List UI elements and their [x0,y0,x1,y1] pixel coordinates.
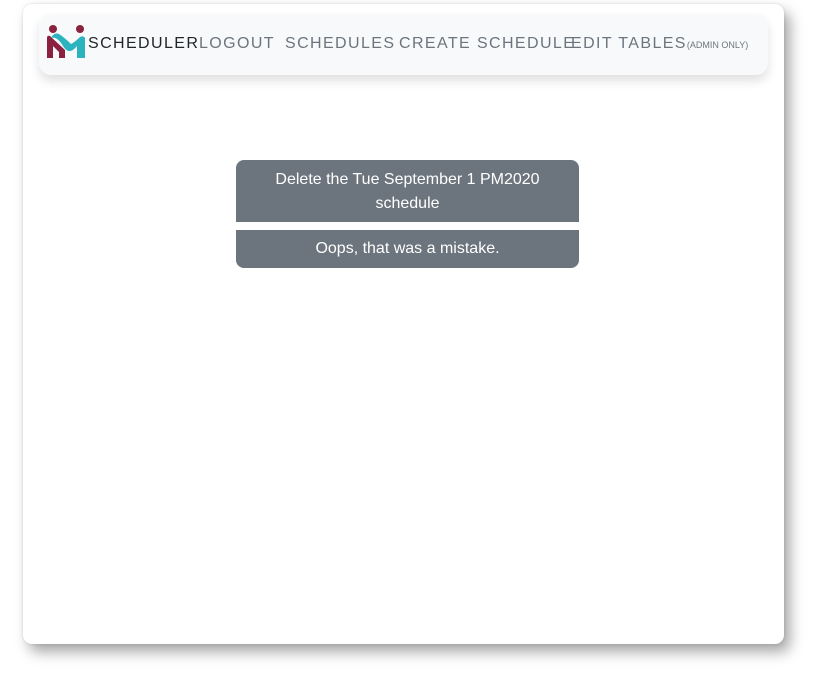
admin-only-note: (ADMIN ONLY) [686,40,749,50]
navbar: SCHEDULER LOGOUT SCHEDULES CREATE SCHEDU… [39,14,768,75]
nav-schedules[interactable]: SCHEDULES [285,35,395,53]
cancel-button[interactable]: Oops, that was a mistake. [236,230,579,268]
nav-edit-tables-label: EDIT TABLES [571,35,687,52]
nav-edit-tables[interactable]: EDIT TABLES(ADMIN ONLY) [571,35,748,53]
main-card: SCHEDULER LOGOUT SCHEDULES CREATE SCHEDU… [23,4,784,644]
nav-logout[interactable]: LOGOUT [199,35,275,53]
scheduler-logo-icon[interactable] [43,24,87,60]
brand-name[interactable]: SCHEDULER [88,35,199,53]
nav-create-schedule[interactable]: CREATE SCHEDULE [399,35,575,53]
delete-schedule-button[interactable]: Delete the Tue September 1 PM2020 schedu… [236,160,579,222]
